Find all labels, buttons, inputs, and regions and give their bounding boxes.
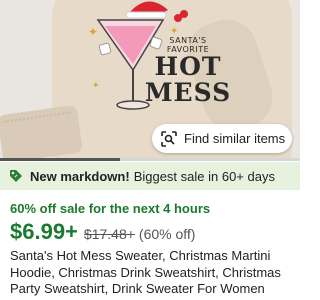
product-title: Santa's Hot Mess Sweater, Christmas Mart… (10, 248, 281, 296)
price-row: $6.99+ $17.48+ (60% off) (10, 219, 195, 245)
find-similar-label: Find similar items (184, 131, 286, 146)
image-carousel-progress (0, 158, 300, 161)
sale-price: $6.99+ (10, 219, 78, 244)
svg-text:✦: ✦ (92, 81, 100, 91)
product-image[interactable]: ✦ ✦ ✦ SANTA'S FAVORITE HOT MESS Find sim… (0, 0, 300, 158)
markdown-banner: New markdown! Biggest sale in 60+ days (0, 162, 300, 190)
markdown-text: Biggest sale in 60+ days (133, 168, 275, 184)
image-search-icon (160, 130, 178, 148)
sweater-print-text: SANTA'S FAVORITE HOT MESS (143, 36, 233, 106)
discount-percent: (60% off) (138, 226, 196, 242)
carousel-progress-fill (0, 158, 120, 161)
sweater-cuff (0, 104, 83, 158)
print-line-hot-mess: HOT MESS (144, 52, 232, 107)
find-similar-button[interactable]: Find similar items (152, 124, 292, 153)
print-line-santas: SANTA'S (169, 36, 207, 45)
markdown-title: New markdown! (30, 168, 130, 184)
svg-text:✦: ✦ (88, 25, 98, 39)
price-tag-icon (10, 170, 22, 182)
sale-timer-text: 60% off sale for the next 4 hours (10, 201, 211, 216)
original-price: $17.48+ (83, 226, 135, 242)
